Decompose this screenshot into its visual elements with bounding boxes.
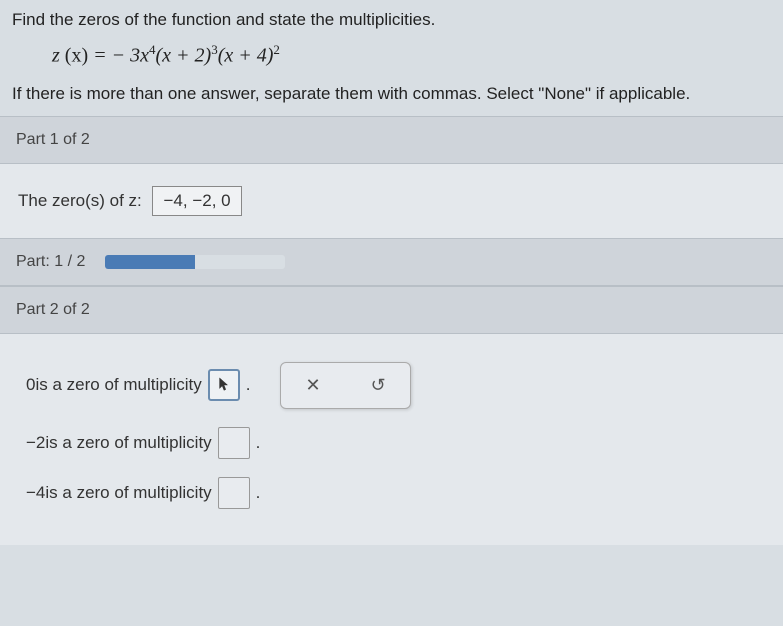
multiplicity-row-1: −2 is a zero of multiplicity . — [26, 427, 757, 459]
mult-period-1: . — [256, 433, 261, 453]
eq-rhs-prefix: = − 3x — [93, 45, 149, 67]
mult-value-2: −4 — [26, 483, 45, 503]
progress-bar-fill — [105, 255, 195, 269]
question-prompt: Find the zeros of the function and state… — [0, 0, 783, 38]
part2-header: Part 2 of 2 — [0, 286, 783, 334]
part2-body: 0 is a zero of multiplicity . ✕ ↺ −2 is … — [0, 334, 783, 545]
multiplicity-input-0[interactable] — [208, 369, 240, 401]
mult-value-1: −2 — [26, 433, 45, 453]
multiplicity-input-2[interactable] — [218, 477, 250, 509]
multiplicity-input-1[interactable] — [218, 427, 250, 459]
eq-var: (x) — [65, 45, 88, 67]
cursor-icon — [218, 377, 230, 393]
multiplicity-row-0: 0 is a zero of multiplicity . ✕ ↺ — [26, 362, 757, 409]
part1-body: The zero(s) of z: −4, −2, 0 — [0, 164, 783, 238]
mult-value-0: 0 — [26, 375, 35, 395]
progress-label: Part: 1 / 2 — [16, 253, 85, 271]
eq-factor3: (x + 4) — [218, 45, 274, 67]
multiplicity-row-2: −4 is a zero of multiplicity . — [26, 477, 757, 509]
progress-section: Part: 1 / 2 — [0, 238, 783, 286]
part1-header: Part 1 of 2 — [0, 116, 783, 164]
action-panel: ✕ ↺ — [280, 362, 410, 409]
reset-button[interactable]: ↺ — [371, 375, 386, 396]
mult-period-2: . — [256, 483, 261, 503]
equation-display: z (x) = − 3x4(x + 2)3(x + 4)2 — [0, 38, 783, 80]
progress-bar — [105, 255, 285, 269]
zeros-label: The zero(s) of z: — [18, 191, 146, 210]
mult-period-0: . — [246, 375, 251, 395]
eq-factor2: (x + 2) — [156, 45, 212, 67]
eq-lhs: z — [52, 45, 60, 67]
question-instruction: If there is more than one answer, separa… — [0, 80, 783, 116]
eq-exp3: 2 — [273, 42, 280, 57]
zeros-answer-box: −4, −2, 0 — [152, 186, 241, 216]
mult-text-2: is a zero of multiplicity — [45, 483, 211, 503]
mult-text-1: is a zero of multiplicity — [45, 433, 211, 453]
mult-text-0: is a zero of multiplicity — [35, 375, 201, 395]
clear-button[interactable]: ✕ — [305, 375, 320, 396]
